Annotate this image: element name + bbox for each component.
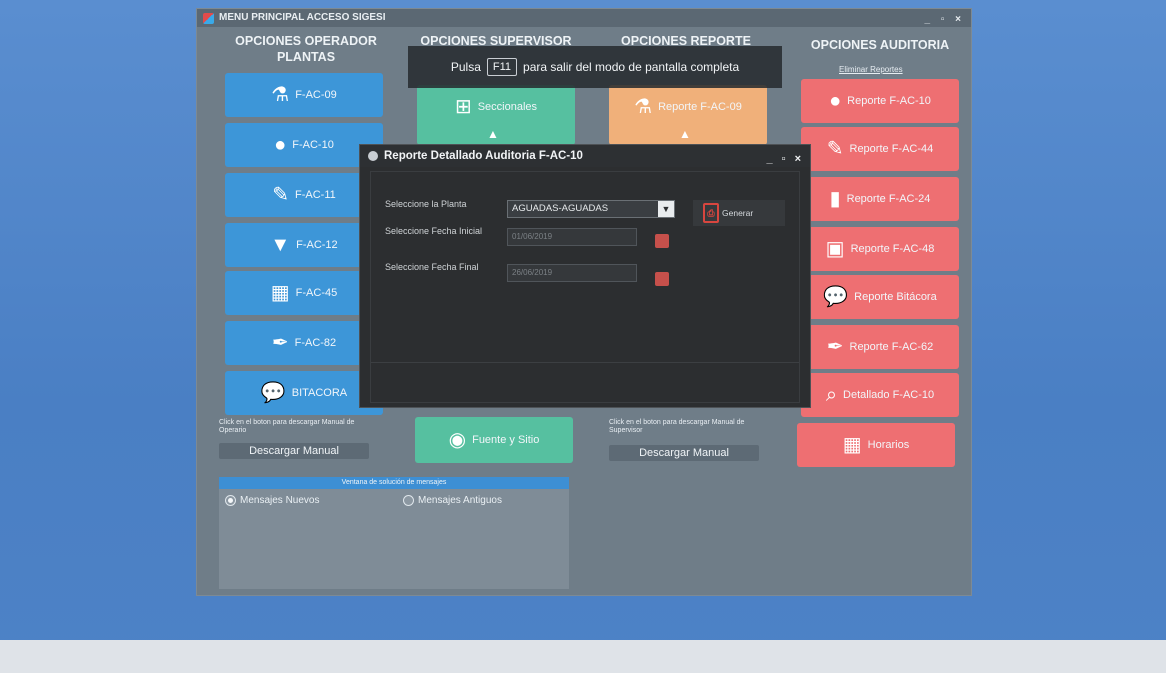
tile-fuente-y-sitio[interactable]: ◉ Fuente y Sitio: [415, 417, 573, 463]
tile-detallado-f-ac-10[interactable]: ⌕ Detallado F-AC-10: [801, 373, 959, 417]
tile-f-ac-09[interactable]: ⚗ F-AC-09: [225, 73, 383, 117]
calendar-icon: ▦: [842, 434, 862, 456]
window-titlebar: MENU PRINCIPAL ACCESO SIGESI _ ▫ ×: [197, 9, 971, 27]
drop-icon: ●: [274, 134, 287, 156]
dialog-title: Reporte Detallado Auditoria F-AC-10: [384, 150, 583, 162]
pdf-icon: ⎙: [703, 203, 719, 223]
beaker-icon: ▣: [825, 238, 845, 260]
dialog-controls[interactable]: _ ▫ ×: [766, 148, 804, 170]
filter-icon: ▼: [270, 234, 291, 256]
edit-icon: ✎: [272, 184, 289, 206]
tile-label: Reporte F-AC-09: [658, 101, 742, 113]
tile-label: Seccionales: [477, 101, 538, 113]
plant-label: Seleccione la Planta: [385, 199, 467, 209]
generate-label: Generar: [722, 208, 754, 218]
plant-select[interactable]: AGUADAS-AGUADAS ▼: [507, 200, 675, 218]
tile-label: Reporte F-AC-10: [847, 95, 931, 107]
dialog-titlebar: Reporte Detallado Auditoria F-AC-10 _ ▫ …: [360, 145, 810, 167]
tile-reporte-f-ac-62[interactable]: ✒ Reporte F-AC-62: [801, 325, 959, 369]
radio-label: Mensajes Antiguos: [418, 495, 502, 506]
radio-label: Mensajes Nuevos: [240, 495, 320, 506]
hint-key: F11: [486, 58, 518, 76]
messages-header: Ventana de solución de mensajes: [219, 477, 569, 489]
tile-reporte-f-ac-10[interactable]: ● Reporte F-AC-10: [801, 79, 959, 123]
operator-manual-note: Click en el boton para descargar Manual …: [219, 419, 355, 434]
supervisor-manual-note: Click en el boton para descargar Manual …: [609, 419, 745, 434]
window-title: MENU PRINCIPAL ACCESO SIGESI: [219, 12, 386, 23]
globe-icon: ◉: [448, 429, 467, 451]
end-date-input[interactable]: 26/06/2019: [507, 264, 637, 282]
tile-label: F-AC-82: [294, 337, 337, 349]
tile-reporte-2[interactable]: ▲: [609, 123, 767, 145]
tile-horarios[interactable]: ▦ Horarios: [797, 423, 955, 467]
header-operador: OPCIONES OPERADOR PLANTAS: [235, 34, 377, 64]
radio-selected-icon: [225, 495, 236, 506]
start-date-input[interactable]: 01/06/2019: [507, 228, 637, 246]
flask-icon: ⚗: [634, 96, 653, 118]
dialog-divider: [371, 362, 799, 363]
generate-button[interactable]: ⎙ Generar: [693, 200, 785, 226]
tile-label: F-AC-45: [295, 287, 338, 299]
bottom-strip: [0, 640, 1166, 673]
tile-label: F-AC-12: [296, 239, 338, 251]
hint-prefix: Pulsa: [450, 60, 481, 74]
tile-label: Fuente y Sitio: [472, 434, 540, 446]
dialog-icon: [368, 151, 378, 161]
table-icon: ▦: [270, 282, 290, 304]
tile-reporte-f-ac-44[interactable]: ✎ Reporte F-AC-44: [801, 127, 959, 171]
report-dialog: Reporte Detallado Auditoria F-AC-10 _ ▫ …: [359, 144, 811, 408]
delete-reports-link[interactable]: Eliminar Reportes: [839, 65, 903, 74]
end-date-label: Seleccione Fecha Final: [385, 262, 479, 272]
start-calendar-icon[interactable]: [655, 234, 669, 248]
download-operator-manual-button[interactable]: Descargar Manual: [219, 443, 369, 459]
tile-reporte-f-ac-24[interactable]: ▮ Reporte F-AC-24: [801, 177, 959, 221]
header-auditoria: OPCIONES AUDITORIA: [810, 38, 950, 52]
magnifier-icon: ⌕: [825, 384, 838, 406]
chat-icon: 💬: [823, 286, 849, 308]
radio-new-messages[interactable]: Mensajes Nuevos: [225, 495, 319, 506]
window-controls[interactable]: _ ▫ ×: [924, 11, 965, 29]
hat-icon: ▲: [487, 127, 499, 141]
messages-panel: Ventana de solución de mensajes Mensajes…: [219, 477, 569, 589]
tile-label: Reporte F-AC-24: [846, 193, 931, 205]
dialog-body: Seleccione la Planta AGUADAS-AGUADAS ▼ ⎙…: [370, 171, 800, 403]
tile-label: Horarios: [867, 439, 910, 451]
tile-label: F-AC-10: [292, 139, 334, 151]
tile-reporte-f-ac-48[interactable]: ▣ Reporte F-AC-48: [801, 227, 959, 271]
tile-label: F-AC-11: [295, 189, 336, 201]
dropper-icon: ✒: [826, 336, 844, 358]
download-supervisor-manual-button[interactable]: Descargar Manual: [609, 445, 759, 461]
tile-label: Reporte F-AC-62: [849, 341, 934, 353]
hint-suffix: para salir del modo de pantalla completa: [523, 60, 740, 74]
drop-icon: ▲: [679, 127, 691, 141]
radio-unselected-icon: [403, 495, 414, 506]
tile-label: Reporte Bitácora: [854, 291, 937, 303]
radio-old-messages[interactable]: Mensajes Antiguos: [403, 495, 502, 506]
chat-icon: 💬: [260, 382, 286, 404]
org-icon: ⊞: [454, 96, 472, 118]
flask-icon: ⚗: [271, 84, 290, 106]
tile-label: Reporte F-AC-44: [849, 143, 934, 155]
tile-label: F-AC-09: [295, 89, 337, 101]
start-date-label: Seleccione Fecha Inicial: [385, 226, 483, 236]
end-calendar-icon[interactable]: [655, 272, 669, 286]
edit-icon: ✎: [826, 138, 844, 160]
tile-reporte-bitacora[interactable]: 💬 Reporte Bitácora: [801, 275, 959, 319]
bar-chart-icon: ▮: [829, 188, 841, 210]
plant-select-value: AGUADAS-AGUADAS: [512, 203, 609, 214]
dropper-icon: ✒: [271, 332, 289, 354]
fullscreen-hint: Pulsa F11 para salir del modo de pantall…: [408, 46, 782, 88]
chevron-down-icon[interactable]: ▼: [658, 201, 674, 217]
tile-label: Detallado F-AC-10: [843, 389, 935, 401]
tile-label: BITACORA: [291, 387, 348, 399]
tile-label: Reporte F-AC-48: [850, 243, 935, 255]
drop-icon: ●: [829, 90, 842, 112]
tile-supervisor-2[interactable]: ▲: [417, 123, 575, 145]
app-icon: [203, 13, 214, 24]
